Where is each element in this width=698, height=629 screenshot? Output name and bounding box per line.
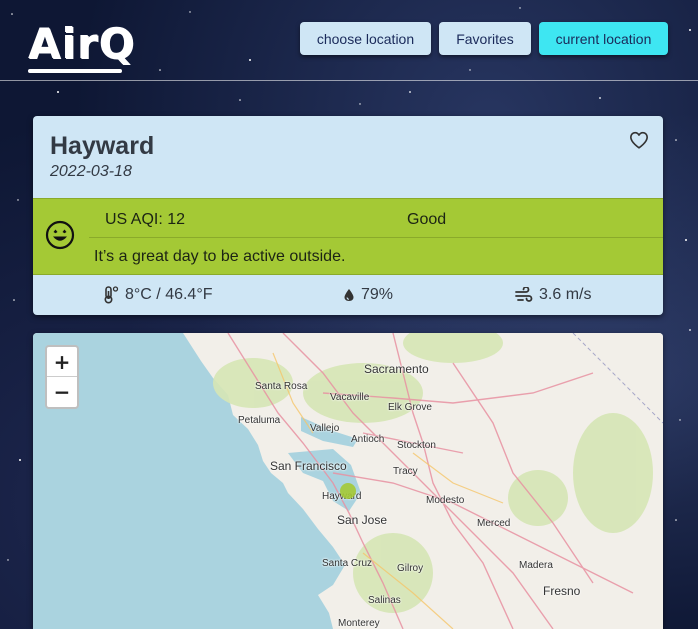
thermometer-icon [104,286,119,304]
air-quality-card: Hayward 2022-03-18 US AQI: 12 Good It’s … [33,116,663,315]
aqi-band: US AQI: 12 Good It’s a great day to be a… [33,198,663,275]
map-label-madera: Madera [519,560,553,571]
map-label-tracy: Tracy [393,466,418,477]
aqi-divider [89,237,663,238]
map-label-vacaville: Vacaville [330,392,370,403]
wind-item: 3.6 m/s [515,286,591,304]
temperature-value: 8°C / 46.4°F [125,286,213,303]
map-label-petaluma: Petaluma [238,415,281,426]
map-label-san-francisco: San Francisco [270,459,347,473]
humidity-value: 79% [361,286,394,303]
zoom-control: + − [45,345,79,409]
map-label-merced: Merced [477,518,511,529]
map-label-santa-cruz: Santa Cruz [322,558,373,569]
aqi-message: It’s a great day to be active outside. [94,248,346,265]
wind-icon [515,287,533,302]
map-label-modesto: Modesto [426,495,465,506]
aqi-category: Good [407,211,447,228]
location-marker[interactable] [340,483,356,499]
choose-location-button[interactable]: choose location [300,22,431,55]
water-drop-icon [344,289,354,301]
top-navbar: AirQ choose location Favorites current l… [0,0,698,81]
location-map[interactable]: + − Sacramento Santa Rosa Vacaville Elk … [33,333,663,629]
map-label-antioch: Antioch [351,434,385,445]
logo-underline [28,69,122,73]
zoom-in-button[interactable]: + [47,347,77,377]
map-label-sacramento: Sacramento [364,362,429,376]
aqi-value: US AQI: 12 [105,211,186,228]
weather-row: 8°C / 46.4°F 79% 3.6 m/s [33,275,663,315]
report-date: 2022-03-18 [50,163,132,180]
city-name: Hayward [50,132,155,160]
map-label-santa-rosa: Santa Rosa [255,381,308,392]
current-location-button[interactable]: current location [539,22,668,55]
favorite-heart-icon[interactable] [629,131,649,149]
favorites-button[interactable]: Favorites [439,22,531,55]
zoom-out-button[interactable]: − [47,377,77,407]
map-label-gilroy: Gilroy [397,563,424,574]
temperature-item: 8°C / 46.4°F [103,286,213,304]
map-label-elk-grove: Elk Grove [388,402,432,413]
smiling-face-icon [45,220,75,250]
humidity-item: 79% [343,286,393,304]
map-label-salinas: Salinas [368,595,401,606]
map-label-san-jose: San Jose [337,513,388,527]
map-label-stockton: Stockton [397,440,436,451]
map-label-fresno: Fresno [543,584,581,598]
wind-value: 3.6 m/s [539,286,592,303]
app-logo[interactable]: AirQ [28,22,135,66]
map-label-monterey: Monterey [338,618,380,629]
map-label-vallejo: Vallejo [310,423,340,434]
